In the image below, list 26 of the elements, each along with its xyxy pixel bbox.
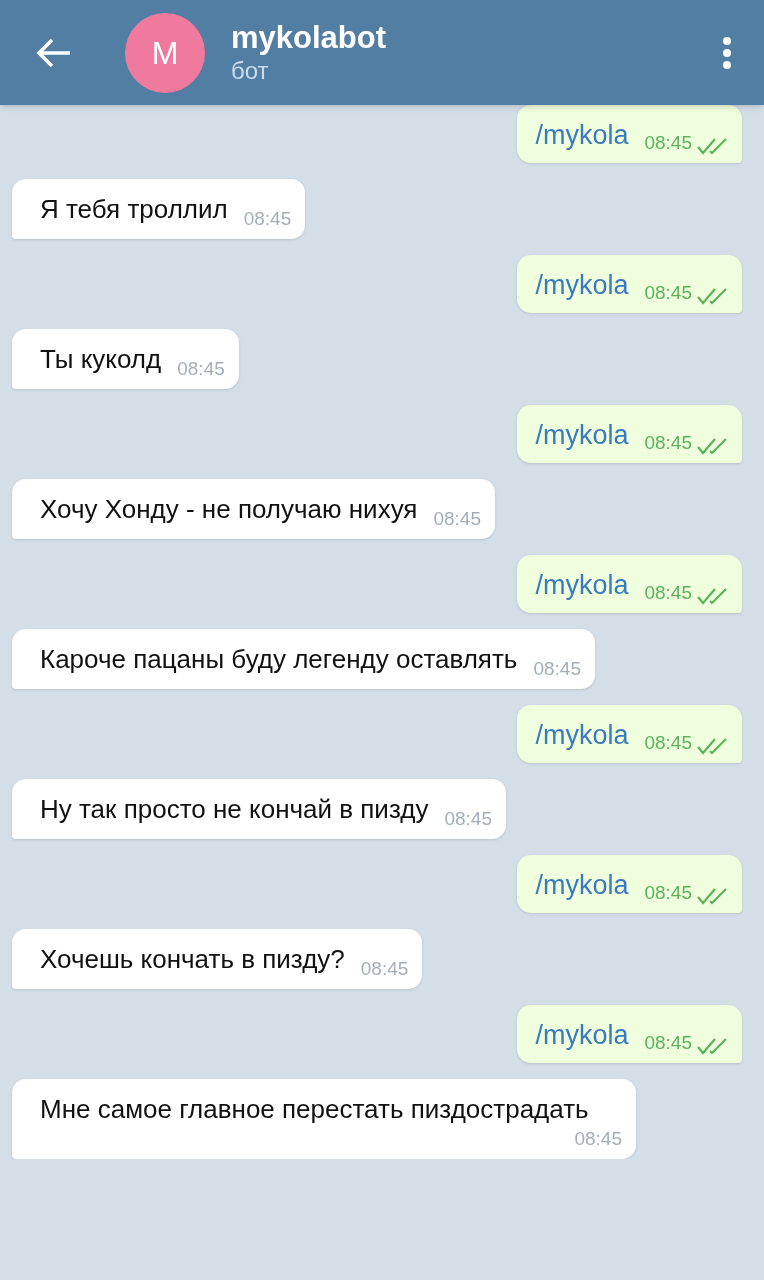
menu-icon[interactable] bbox=[722, 35, 732, 70]
message-time: 08:45 bbox=[644, 281, 692, 305]
message-text: Хочу Хонду - не получаю нихуя bbox=[40, 493, 418, 526]
message-text: Мне самое главное перестать пиздострадать bbox=[40, 1093, 589, 1126]
message-time: 08:45 bbox=[644, 581, 692, 605]
message-time: 08:45 bbox=[359, 957, 409, 981]
message-time: 08:45 bbox=[443, 807, 492, 831]
message-text: Я тебя троллил bbox=[40, 193, 228, 226]
message-time: 08:45 bbox=[644, 881, 692, 905]
message-time: 08:45 bbox=[644, 731, 692, 755]
back-icon[interactable] bbox=[36, 36, 72, 69]
chat-title: mykolabot bbox=[231, 19, 387, 56]
message-time: 08:45 bbox=[644, 131, 692, 155]
message-text: Ну так просто не кончай в пизду bbox=[40, 793, 429, 826]
message-time: 08:45 bbox=[644, 431, 692, 455]
message-text: Хочешь кончать в пизду? bbox=[40, 943, 345, 976]
avatar[interactable]: M bbox=[125, 12, 205, 93]
message-time: 08:45 bbox=[644, 1031, 692, 1055]
message-time: 08:45 bbox=[532, 657, 581, 681]
message-time: 08:45 bbox=[242, 207, 292, 231]
message-text: Кароче пацаны буду легенду оставлять bbox=[40, 643, 518, 676]
message-time: 08:45 bbox=[573, 1127, 622, 1151]
message-text: Ты куколд bbox=[40, 343, 162, 376]
message-time: 08:45 bbox=[432, 507, 481, 531]
chat-status: бот bbox=[231, 55, 270, 86]
message-time: 08:45 bbox=[176, 357, 225, 381]
